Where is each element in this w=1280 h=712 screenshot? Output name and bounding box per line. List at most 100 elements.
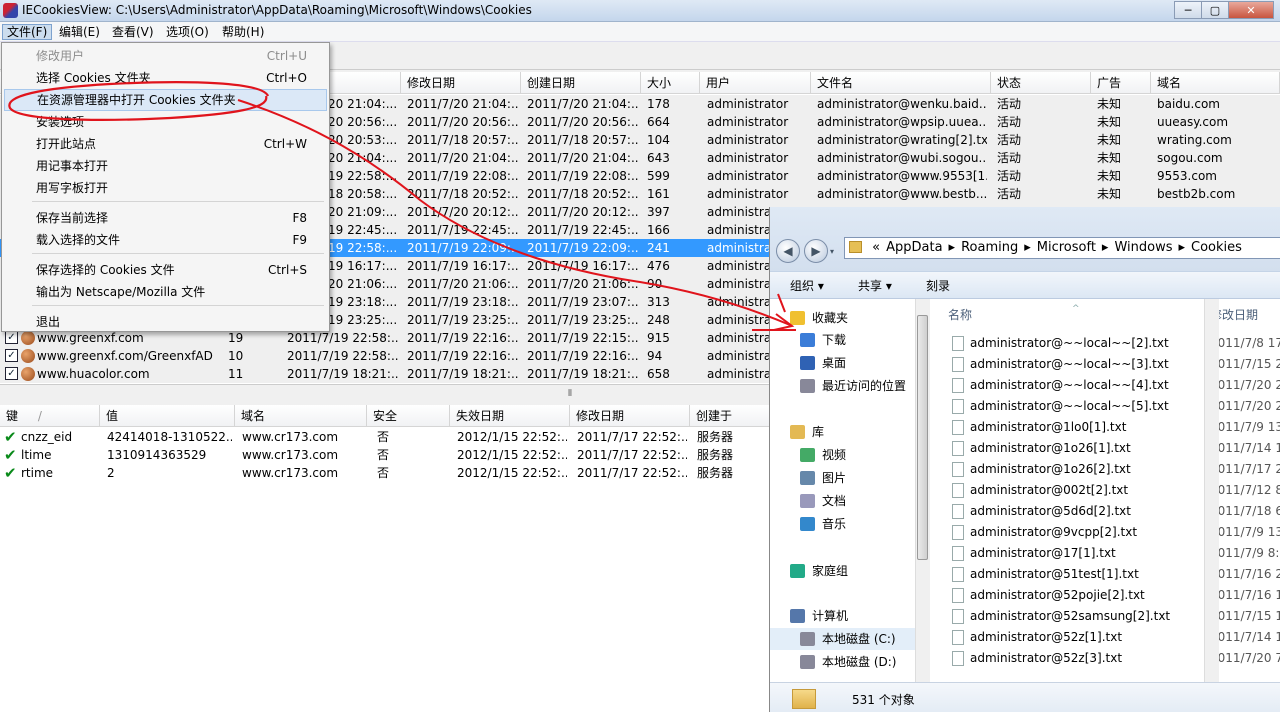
cell-accessed: 20 20:53:...	[328, 133, 398, 147]
file-row[interactable]: administrator@~~local~~[3].txt 2011/7/15 …	[932, 354, 1280, 375]
col-expires[interactable]: 失效日期	[450, 405, 570, 427]
menu-item[interactable]: 打开此站点 Ctrl+W	[4, 133, 327, 155]
file-row[interactable]: administrator@1o26[1].txt 2011/7/14 1	[932, 438, 1280, 459]
menu-item[interactable]: 选择 Cookies 文件夹 Ctrl+O	[4, 67, 327, 89]
file-name: administrator@~~local~~[4].txt	[970, 378, 1169, 392]
col-value[interactable]: 值	[100, 405, 235, 427]
file-row[interactable]: administrator@5d6d[2].txt 2011/7/18 6	[932, 501, 1280, 522]
col-status[interactable]: 状态	[991, 72, 1091, 94]
file-row[interactable]: administrator@1lo0[1].txt 2011/7/9 13	[932, 417, 1280, 438]
nav-item[interactable]: 视频	[770, 444, 928, 466]
menu-item[interactable]: 输出为 Netscape/Mozilla 文件	[4, 281, 327, 303]
breadcrumb-item[interactable]: Windows	[1114, 240, 1172, 255]
menu-item[interactable]: 在资源管理器中打开 Cookies 文件夹	[4, 89, 327, 111]
col-filename[interactable]: 文件名	[811, 72, 991, 94]
nav-item[interactable]: 计算机	[770, 605, 928, 627]
nav-item[interactable]: 家庭组	[770, 560, 928, 582]
col-user[interactable]: 用户	[700, 72, 811, 94]
menu-item-shortcut: Ctrl+U	[266, 49, 307, 63]
menu-item[interactable]: 保存当前选择 F8	[4, 207, 327, 229]
file-row[interactable]: administrator@9vcpp[2].txt 2011/7/9 13	[932, 522, 1280, 543]
file-row[interactable]: administrator@17[1].txt 2011/7/9 8:3	[932, 543, 1280, 564]
navigation-pane[interactable]: 收藏夹 下载 桌面 最近访问的位置库视频 图片 文档 音乐家庭组计算机本地磁盘 (C:) 本地…	[770, 299, 930, 682]
col-secure[interactable]: 安全	[367, 405, 450, 427]
file-row[interactable]: administrator@1o26[2].txt 2011/7/17 2	[932, 459, 1280, 480]
menu-item[interactable]: 用写字板打开	[4, 177, 327, 199]
file-row[interactable]: administrator@~~local~~[5].txt 2011/7/20 …	[932, 396, 1280, 417]
file-list[interactable]: 名称 ^ 修改日期 administrator@~~local~~[2].txt…	[932, 299, 1280, 682]
col-domain[interactable]: 域名	[1151, 72, 1280, 94]
file-row[interactable]: administrator@~~local~~[4].txt 2011/7/20 …	[932, 375, 1280, 396]
breadcrumb-separator[interactable]: «	[872, 240, 880, 255]
text-file-icon	[952, 399, 964, 414]
file-row[interactable]: administrator@002t[2].txt 2011/7/12 8	[932, 480, 1280, 501]
breadcrumb-item[interactable]: Cookies	[1191, 240, 1242, 255]
cell-modified: 2011/7/20 21:04:...	[407, 151, 519, 165]
menu-item-label: 载入选择的文件	[36, 233, 121, 247]
menu-item[interactable]: 安装选项	[4, 111, 327, 133]
cell-modified: 2011/7/19 22:08:...	[407, 169, 519, 183]
col-key[interactable]: 键 /	[0, 405, 100, 427]
share-button[interactable]: 共享 ▾	[858, 277, 892, 295]
cell-expires: 2012/1/15 22:52:...	[457, 430, 567, 444]
maximize-button[interactable]: ▢	[1201, 1, 1229, 19]
cell-status: 活动	[997, 151, 1022, 165]
menu-item[interactable]: 用记事本打开	[4, 155, 327, 177]
cell-domain: bestb2b.com	[1157, 187, 1236, 201]
col-modified[interactable]: 修改日期	[401, 72, 521, 94]
file-name: administrator@1o26[1].txt	[970, 441, 1131, 455]
menu-item[interactable]: 保存选择的 Cookies 文件 Ctrl+S	[4, 259, 327, 281]
nav-item[interactable]: 下载	[770, 329, 928, 351]
nav-item[interactable]: 图片	[770, 467, 928, 489]
col-detail-modified[interactable]: 修改日期	[570, 405, 690, 427]
file-row[interactable]: administrator@52samsung[2].txt 2011/7/15 …	[932, 606, 1280, 627]
file-row[interactable]: administrator@~~local~~[2].txt 2011/7/8 1…	[932, 333, 1280, 354]
history-dropdown-icon[interactable]: ▾	[830, 247, 834, 256]
organize-button[interactable]: 组织 ▾	[790, 277, 824, 295]
nav-scroll-thumb[interactable]	[917, 315, 928, 560]
menu-view[interactable]: 查看(V)	[108, 24, 158, 40]
menu-item[interactable]: 退出	[4, 311, 327, 333]
nav-item[interactable]: 文档	[770, 490, 928, 512]
forward-button[interactable]: ▶	[804, 239, 828, 263]
col-file-name[interactable]: 名称	[948, 305, 972, 325]
nav-item[interactable]: 最近访问的位置	[770, 375, 928, 397]
col-size[interactable]: 大小	[641, 72, 700, 94]
nav-item[interactable]: 桌面	[770, 352, 928, 374]
nav-item[interactable]: 库	[770, 421, 928, 443]
file-row[interactable]: administrator@51test[1].txt 2011/7/16 2	[932, 564, 1280, 585]
file-name: administrator@52z[3].txt	[970, 651, 1123, 665]
download-folder-icon	[800, 333, 815, 347]
nav-item[interactable]: 本地磁盘 (C:)	[770, 628, 928, 650]
minimize-button[interactable]: ─	[1174, 1, 1202, 19]
menu-help[interactable]: 帮助(H)	[218, 24, 268, 40]
back-button[interactable]: ◀	[776, 239, 800, 263]
address-bar[interactable]: « AppData ▸ Roaming ▸ Microsoft ▸ Windows ▸ Cooki…	[844, 237, 1280, 259]
file-row[interactable]: administrator@52z[3].txt 2011/7/20 7	[932, 648, 1280, 669]
breadcrumb-item[interactable]: AppData	[886, 240, 942, 255]
file-row[interactable]: administrator@52z[1].txt 2011/7/14 1	[932, 627, 1280, 648]
breadcrumb-item[interactable]: Roaming	[961, 240, 1018, 255]
nav-item-label: 本地磁盘 (C:)	[822, 632, 896, 646]
close-button[interactable]: ✕	[1228, 1, 1274, 19]
col-created-by[interactable]: 创建于	[690, 405, 770, 427]
burn-button[interactable]: 刻录	[926, 277, 950, 295]
menu-options[interactable]: 选项(O)	[162, 24, 213, 40]
col-created[interactable]: 创建日期	[521, 72, 641, 94]
nav-item[interactable]: 收藏夹	[770, 307, 928, 329]
col-ad[interactable]: 广告	[1091, 72, 1151, 94]
file-row[interactable]: administrator@52pojie[2].txt 2011/7/16 1	[932, 585, 1280, 606]
nav-item[interactable]: 本地磁盘 (D:)	[770, 651, 928, 673]
nav-item[interactable]: 音乐	[770, 513, 928, 535]
row-checkbox[interactable]: ✓	[5, 349, 18, 362]
cell-accessed: 20 20:56:...	[328, 115, 398, 129]
cell-domain: www.cr173.com	[242, 430, 339, 444]
breadcrumb-item[interactable]: Microsoft	[1037, 240, 1096, 255]
menu-edit[interactable]: 编辑(E)	[55, 24, 104, 40]
file-list-scrollbar[interactable]	[1204, 299, 1219, 682]
col-detail-domain[interactable]: 域名	[235, 405, 367, 427]
menu-item[interactable]: 载入选择的文件 F9	[4, 229, 327, 251]
menu-file[interactable]: 文件(F)	[2, 24, 53, 40]
row-checkbox[interactable]: ✓	[5, 367, 18, 380]
title-bar[interactable]: IECookiesView: C:\Users\Administrator\Ap…	[0, 0, 1280, 22]
